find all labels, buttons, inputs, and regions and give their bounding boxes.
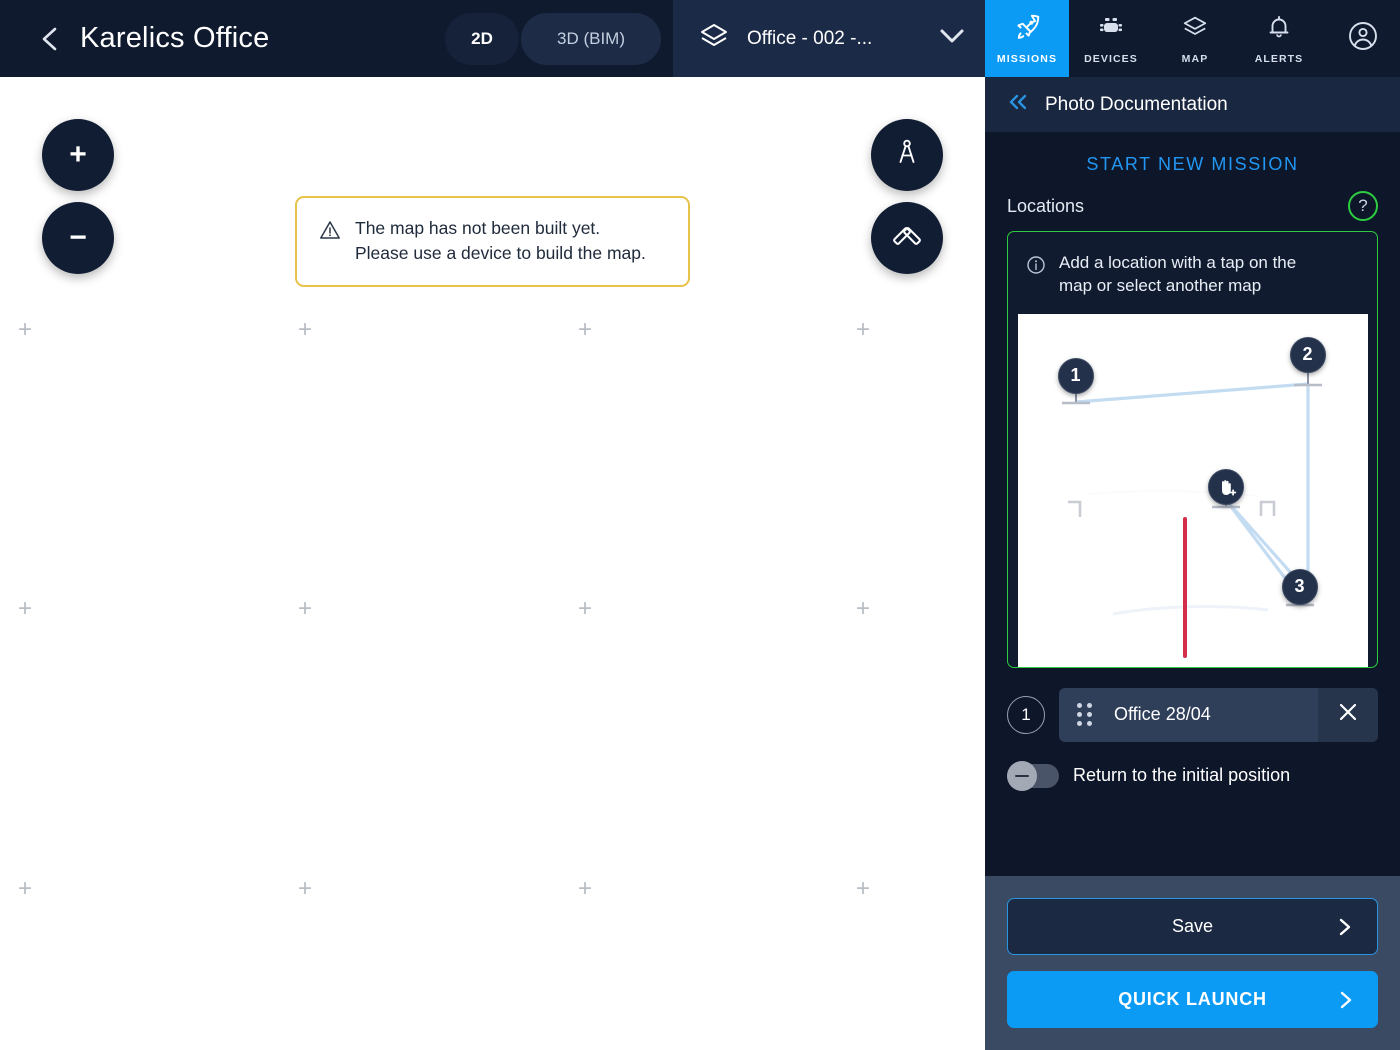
grid-marker: + bbox=[297, 595, 313, 622]
minimap[interactable]: 1 2 3 bbox=[1017, 313, 1368, 667]
quick-launch-button[interactable]: QUICK LAUNCH bbox=[1007, 971, 1378, 1028]
panel-header[interactable]: Photo Documentation bbox=[985, 77, 1400, 132]
grid-marker: + bbox=[577, 595, 593, 622]
bell-icon bbox=[1265, 13, 1293, 46]
minimap-waypoint[interactable]: 2 bbox=[1289, 336, 1326, 373]
location-hint-text: Add a location with a tap on the map or … bbox=[1059, 252, 1296, 298]
location-chip[interactable]: Office 28/04 bbox=[1059, 687, 1378, 742]
nav-devices-label: DEVICES bbox=[1084, 52, 1138, 65]
location-index: 1 bbox=[1007, 695, 1045, 734]
chevron-double-left-icon[interactable] bbox=[1007, 92, 1031, 117]
grid-marker: + bbox=[577, 316, 593, 343]
layers-icon bbox=[1181, 13, 1209, 46]
chevron-left-icon bbox=[37, 24, 63, 54]
top-bar: Karelics Office 2D 3D (BIM) Office - 002… bbox=[0, 0, 1400, 77]
page-title: Karelics Office bbox=[80, 22, 270, 54]
grid-marker: + bbox=[17, 595, 33, 622]
map-warning-line1: The map has not been built yet. bbox=[355, 218, 601, 238]
grid-marker: + bbox=[855, 875, 871, 902]
plus-icon: + bbox=[69, 138, 87, 171]
grid-marker: + bbox=[297, 316, 313, 343]
minus-icon: − bbox=[69, 221, 87, 254]
minimap-waypoint[interactable]: 3 bbox=[1281, 568, 1318, 605]
nav-alerts[interactable]: ALERTS bbox=[1237, 0, 1321, 77]
chevron-down-icon[interactable] bbox=[937, 25, 967, 52]
top-nav: MISSIONS DEVICES MAP ALERTS bbox=[985, 0, 1400, 77]
zoom-out-button[interactable]: − bbox=[42, 202, 114, 274]
view-mode-toggle: 2D 3D (BIM) bbox=[445, 12, 661, 65]
top-bar-left: Karelics Office 2D 3D (BIM) bbox=[0, 0, 673, 77]
return-initial-position-toggle[interactable] bbox=[1007, 760, 1059, 791]
return-initial-position-label: Return to the initial position bbox=[1073, 765, 1291, 786]
save-button-label: Save bbox=[1171, 916, 1214, 936]
return-initial-position-row: Return to the initial position bbox=[1007, 760, 1378, 791]
locations-header: Locations ? bbox=[1007, 191, 1378, 231]
map-warning-line2: Please use a device to build the map. bbox=[355, 243, 646, 264]
rocket-icon bbox=[1013, 13, 1041, 46]
grid-marker: + bbox=[297, 875, 313, 902]
info-circle-icon bbox=[1026, 255, 1046, 280]
nav-map[interactable]: MAP bbox=[1153, 0, 1237, 77]
hand-add-icon[interactable] bbox=[1207, 468, 1244, 505]
view-mode-2d[interactable]: 2D bbox=[445, 12, 519, 65]
grid-marker: + bbox=[855, 316, 871, 343]
map-warning-box: The map has not been built yet. Please u… bbox=[295, 196, 690, 287]
location-name: Office 28/04 bbox=[1114, 704, 1211, 725]
location-hint: Add a location with a tap on the map or … bbox=[1008, 246, 1377, 314]
compass-divider-icon bbox=[890, 136, 924, 175]
nav-missions-label: MISSIONS bbox=[996, 52, 1058, 65]
grid-marker: + bbox=[855, 595, 871, 622]
panel-footer: Save QUICK LAUNCH bbox=[985, 876, 1400, 1050]
location-picker-card: Add a location with a tap on the map or … bbox=[1007, 231, 1378, 668]
grid-marker: + bbox=[17, 316, 33, 343]
chevron-right-icon bbox=[1335, 916, 1355, 938]
toggle-knob bbox=[1007, 760, 1037, 791]
account-circle-icon bbox=[1345, 18, 1381, 59]
zoom-in-button[interactable]: + bbox=[42, 119, 114, 191]
drag-dots-icon[interactable] bbox=[1077, 703, 1092, 727]
location-row: 1 Office 28/04 bbox=[1007, 687, 1378, 742]
nav-devices[interactable]: DEVICES bbox=[1069, 0, 1153, 77]
help-icon[interactable]: ? bbox=[1348, 191, 1378, 221]
panel-title: Photo Documentation bbox=[1045, 93, 1228, 115]
chevron-right-icon bbox=[1336, 989, 1356, 1011]
warning-triangle-icon bbox=[319, 219, 341, 246]
location-hint-line2: map or select another map bbox=[1059, 275, 1262, 295]
mission-panel: Photo Documentation START NEW MISSION Lo… bbox=[985, 77, 1400, 1050]
ruler-pencil-icon bbox=[890, 219, 924, 258]
remove-location-button[interactable] bbox=[1318, 687, 1378, 742]
devices-icon bbox=[1097, 13, 1125, 46]
nav-missions[interactable]: MISSIONS bbox=[985, 0, 1069, 77]
locations-label: Locations bbox=[1007, 195, 1085, 216]
panel-body: START NEW MISSION Locations ? Add a loca… bbox=[985, 132, 1400, 876]
nav-map-label: MAP bbox=[1181, 52, 1209, 65]
account-button[interactable] bbox=[1321, 0, 1400, 77]
location-hint-line1: Add a location with a tap on the bbox=[1059, 253, 1297, 272]
nav-alerts-label: ALERTS bbox=[1254, 52, 1304, 65]
save-button[interactable]: Save bbox=[1007, 898, 1378, 955]
quick-launch-label: QUICK LAUNCH bbox=[1118, 989, 1267, 1009]
map-selector[interactable]: Office - 002 -... bbox=[673, 0, 985, 77]
minimap-waypoint[interactable]: 1 bbox=[1057, 357, 1094, 394]
start-new-mission-button[interactable]: START NEW MISSION bbox=[1007, 132, 1378, 191]
grid-marker: + bbox=[17, 875, 33, 902]
grid-marker: + bbox=[577, 875, 593, 902]
app-root: Karelics Office 2D 3D (BIM) Office - 002… bbox=[0, 0, 1400, 1050]
body: + + + + + + + + + + + + + − The map has … bbox=[0, 77, 1400, 1050]
back-button[interactable] bbox=[30, 19, 70, 59]
close-x-icon bbox=[1337, 701, 1359, 728]
annotate-tool-button[interactable] bbox=[871, 202, 943, 274]
map-selector-value: Office - 002 -... bbox=[747, 27, 873, 49]
map-warning-text: The map has not been built yet. Please u… bbox=[355, 216, 646, 267]
layers-icon bbox=[697, 19, 731, 58]
view-mode-3d-bim[interactable]: 3D (BIM) bbox=[521, 12, 661, 65]
map-canvas[interactable]: + + + + + + + + + + + + + − The map has … bbox=[0, 77, 985, 1050]
measure-compass-tool-button[interactable] bbox=[871, 119, 943, 191]
